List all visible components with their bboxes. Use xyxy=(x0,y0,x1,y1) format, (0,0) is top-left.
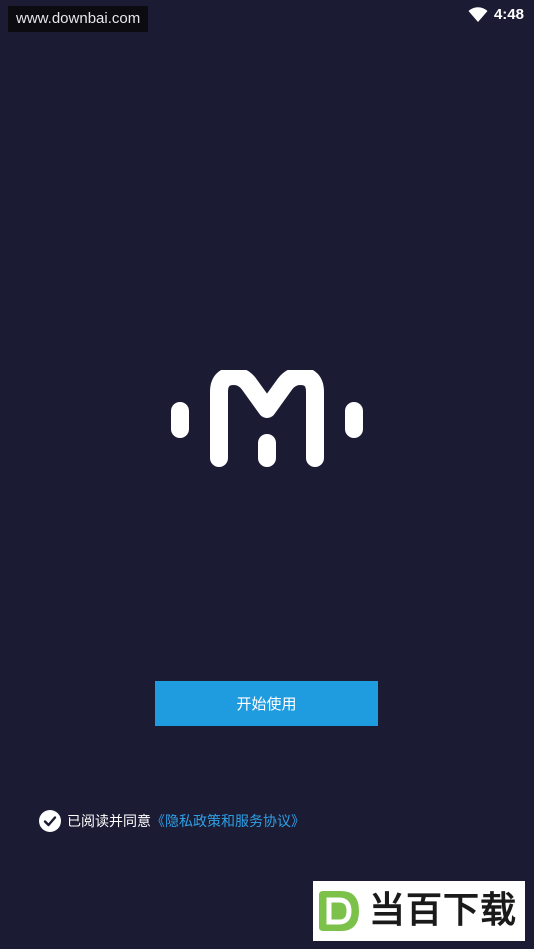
brand-d-icon: D xyxy=(315,887,363,935)
agreement-row: 已阅读并同意 《隐私政策和服务协议》 xyxy=(39,810,305,832)
check-circle-icon[interactable] xyxy=(39,810,61,832)
status-time: 4:48 xyxy=(493,6,524,23)
brand-text: 当百下载 xyxy=(369,890,518,931)
m-logo-icon xyxy=(171,370,363,467)
privacy-policy-link[interactable]: 《隐私政策和服务协议》 xyxy=(151,811,305,831)
wifi-icon xyxy=(468,7,488,23)
start-button[interactable]: 开始使用 xyxy=(155,681,378,726)
watermark-url: www.downbai.com xyxy=(8,6,149,32)
watermark-brand-badge: D 当百下载 xyxy=(313,881,525,941)
agreement-text: 已阅读并同意 xyxy=(67,814,151,830)
status-bar: 4:48 xyxy=(468,4,524,26)
app-logo xyxy=(168,370,366,470)
